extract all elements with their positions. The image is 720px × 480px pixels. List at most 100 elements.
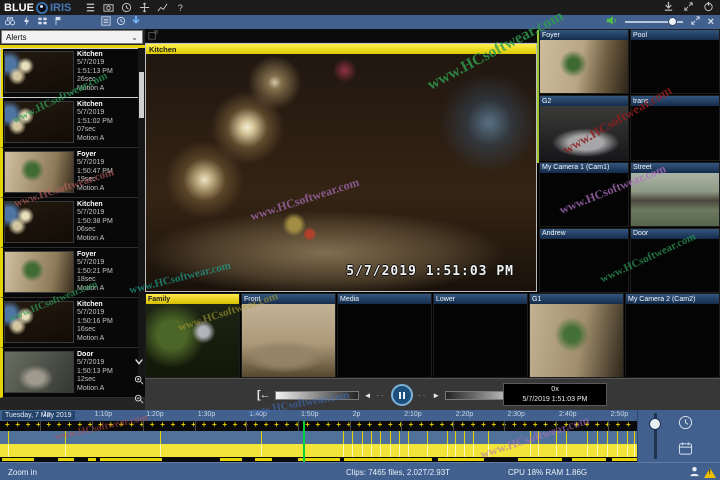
play-reverse-icon[interactable]: ◄ bbox=[364, 391, 372, 400]
play-forward-icon[interactable]: ► bbox=[432, 391, 440, 400]
zoom-out-icon[interactable] bbox=[134, 391, 144, 409]
alert-list-item[interactable]: Foyer 5/7/2019 1:50:47 PM 19sec Motion A bbox=[0, 148, 145, 198]
camera-tile-mycamera2[interactable]: My Camera 2 (Cam2) bbox=[625, 293, 720, 378]
export-download-icon[interactable] bbox=[131, 13, 141, 31]
volume-knob[interactable] bbox=[668, 17, 677, 26]
alert-list-item[interactable]: Kitchen 5/7/2019 1:51:02 PM 07sec Motion… bbox=[0, 98, 145, 148]
cameras-icon[interactable] bbox=[103, 2, 114, 13]
alert-list-item[interactable]: Door 5/7/2019 1:50:13 PM 12sec Motion A bbox=[0, 348, 145, 398]
alert-list-item[interactable]: Kitchen 5/7/2019 1:50:38 PM 06sec Motion… bbox=[0, 198, 145, 248]
timeline-time-label: 2:40p bbox=[559, 411, 577, 418]
alert-list-item[interactable]: Foyer 5/7/2019 1:50:21 PM 18sec Motion A bbox=[0, 248, 145, 298]
close-view-icon[interactable]: × bbox=[708, 17, 714, 27]
layout-grid-icon[interactable] bbox=[37, 13, 48, 31]
clip-list-icon[interactable] bbox=[85, 2, 96, 13]
history-clock-icon[interactable] bbox=[116, 13, 126, 31]
timeline-panel[interactable]: Tuesday, 7 May 2019 1p1:10p1:20p1:30p1:4… bbox=[0, 410, 720, 462]
camera-tile-street[interactable]: Street bbox=[630, 162, 720, 227]
timeline-time-label: 2:30p bbox=[507, 411, 525, 418]
zoom-in-icon[interactable] bbox=[134, 372, 144, 390]
ptz-icon[interactable] bbox=[139, 2, 150, 13]
alert-trigger: Motion A bbox=[77, 235, 113, 243]
download-update-icon[interactable] bbox=[663, 0, 674, 17]
help-icon[interactable]: ? bbox=[175, 2, 186, 13]
alert-duration: 12sec bbox=[77, 376, 113, 384]
alert-duration: 07sec bbox=[77, 126, 113, 134]
timeline-calendar-icon[interactable] bbox=[678, 441, 693, 461]
popout-window-icon[interactable] bbox=[148, 27, 158, 45]
camera-image bbox=[530, 304, 623, 377]
camera-tile-andrew[interactable]: Andrew bbox=[539, 228, 629, 293]
search-binoculars-icon[interactable] bbox=[4, 13, 16, 31]
timeline-recording-band[interactable] bbox=[0, 444, 637, 457]
camera-image bbox=[631, 106, 719, 159]
log-list-icon[interactable] bbox=[101, 13, 111, 31]
schedule-clock-icon[interactable] bbox=[121, 2, 132, 13]
camera-title: Family bbox=[146, 294, 239, 304]
alert-trigger: Motion A bbox=[77, 135, 113, 143]
camera-title: Media bbox=[338, 294, 431, 304]
camera-tile-foyer[interactable]: Foyer bbox=[539, 29, 629, 94]
status-bar: Zoom in Clips: 7465 files, 2.02T/2.93T C… bbox=[0, 462, 720, 480]
logo-text-blue: BLUE bbox=[4, 2, 34, 14]
camera-tile-g2[interactable]: G2 bbox=[539, 95, 629, 160]
camera-tile-pool[interactable]: Pool bbox=[630, 29, 720, 94]
main-camera-view[interactable]: Kitchen 5/7/2019 1:51:03 PM bbox=[145, 29, 538, 293]
right-camera-grid: Foyer Pool G2 trans My Camera 1 (Cam1) S… bbox=[539, 29, 720, 293]
power-icon[interactable] bbox=[703, 0, 714, 17]
clip-filter-value: Alerts bbox=[6, 33, 26, 42]
timeline-tick-row[interactable]: ++++++++++++++++++++++++++++++++++++++++… bbox=[0, 421, 637, 431]
timeline-zoom-knob[interactable] bbox=[649, 418, 661, 430]
alert-time: 1:51:02 PM bbox=[77, 118, 113, 126]
alert-meta: Foyer 5/7/2019 1:50:21 PM 18sec Motion A bbox=[77, 248, 113, 297]
main-camera-title-bar[interactable]: Kitchen bbox=[146, 44, 536, 54]
alert-meta: Kitchen 5/7/2019 1:50:38 PM 06sec Motion… bbox=[77, 198, 113, 247]
camera-title: Street bbox=[631, 163, 719, 173]
clip-filter-dropdown[interactable]: Alerts ⌄ bbox=[1, 30, 143, 44]
stats-graph-icon[interactable] bbox=[157, 2, 168, 13]
clips-status-label: Clips: 7465 files, 2.02T/2.93T bbox=[346, 468, 450, 477]
flag-icon[interactable] bbox=[54, 13, 63, 31]
alert-duration: 06sec bbox=[77, 226, 113, 234]
timeline-time-label: 2:10p bbox=[404, 411, 422, 418]
warning-icon[interactable] bbox=[704, 468, 716, 478]
jump-start-icon[interactable]: [← bbox=[257, 389, 270, 401]
speaker-icon[interactable] bbox=[606, 13, 618, 31]
alert-list-item[interactable]: Kitchen 5/7/2019 1:50:16 PM 16sec Motion… bbox=[0, 298, 145, 348]
flash-icon[interactable] bbox=[22, 13, 31, 31]
reverse-speed-slider[interactable] bbox=[275, 391, 359, 400]
alert-meta: Kitchen 5/7/2019 1:50:16 PM 16sec Motion… bbox=[77, 298, 113, 347]
scroll-down-icon[interactable] bbox=[134, 353, 144, 371]
timeline-time-label: 2p bbox=[353, 411, 361, 418]
camera-tile-g1[interactable]: G1 bbox=[529, 293, 624, 378]
alert-scrollbar[interactable] bbox=[138, 48, 145, 378]
timeline-playhead[interactable] bbox=[303, 421, 305, 462]
timeline-event-track[interactable] bbox=[0, 431, 637, 444]
fullscreen-icon[interactable] bbox=[683, 0, 694, 17]
camera-tile-door[interactable]: Door bbox=[630, 228, 720, 293]
alert-thumbnail bbox=[4, 351, 74, 393]
user-status-icon[interactable] bbox=[689, 466, 700, 479]
secondary-toolbar: × bbox=[0, 15, 720, 29]
camera-image bbox=[434, 304, 527, 377]
camera-title: My Camera 1 (Cam1) bbox=[540, 163, 628, 173]
camera-tile-front[interactable]: Front bbox=[241, 293, 336, 378]
scrollbar-thumb[interactable] bbox=[139, 72, 144, 118]
playback-info-box: 0x 5/7/2019 1:51:03 PM bbox=[503, 383, 607, 406]
timeline-clock-icon[interactable] bbox=[678, 415, 693, 435]
pause-button[interactable] bbox=[391, 384, 413, 406]
alert-thumbnail bbox=[4, 301, 74, 343]
camera-tile-lower[interactable]: Lower bbox=[433, 293, 528, 378]
main-camera-image[interactable]: 5/7/2019 1:51:03 PM bbox=[146, 54, 536, 291]
camera-tile-family[interactable]: Family bbox=[145, 293, 240, 378]
camera-tile-trans[interactable]: trans bbox=[630, 95, 720, 160]
blue-iris-window: BLUE IRIS ? 1 Active Pletzers bbox=[0, 0, 720, 480]
camera-tile-mycamera1[interactable]: My Camera 1 (Cam1) bbox=[539, 162, 629, 227]
volume-slider[interactable] bbox=[625, 21, 683, 23]
camera-tile-media[interactable]: Media bbox=[337, 293, 432, 378]
alert-thumbnail bbox=[4, 101, 74, 143]
camera-image bbox=[540, 40, 628, 93]
alerts-sidebar: Alerts ⌄ Kitchen 5/7/2019 1:51:13 PM 26s… bbox=[0, 29, 145, 410]
alert-list-item[interactable]: Kitchen 5/7/2019 1:51:13 PM 26sec Motion… bbox=[0, 48, 145, 98]
camera-image bbox=[540, 173, 628, 226]
